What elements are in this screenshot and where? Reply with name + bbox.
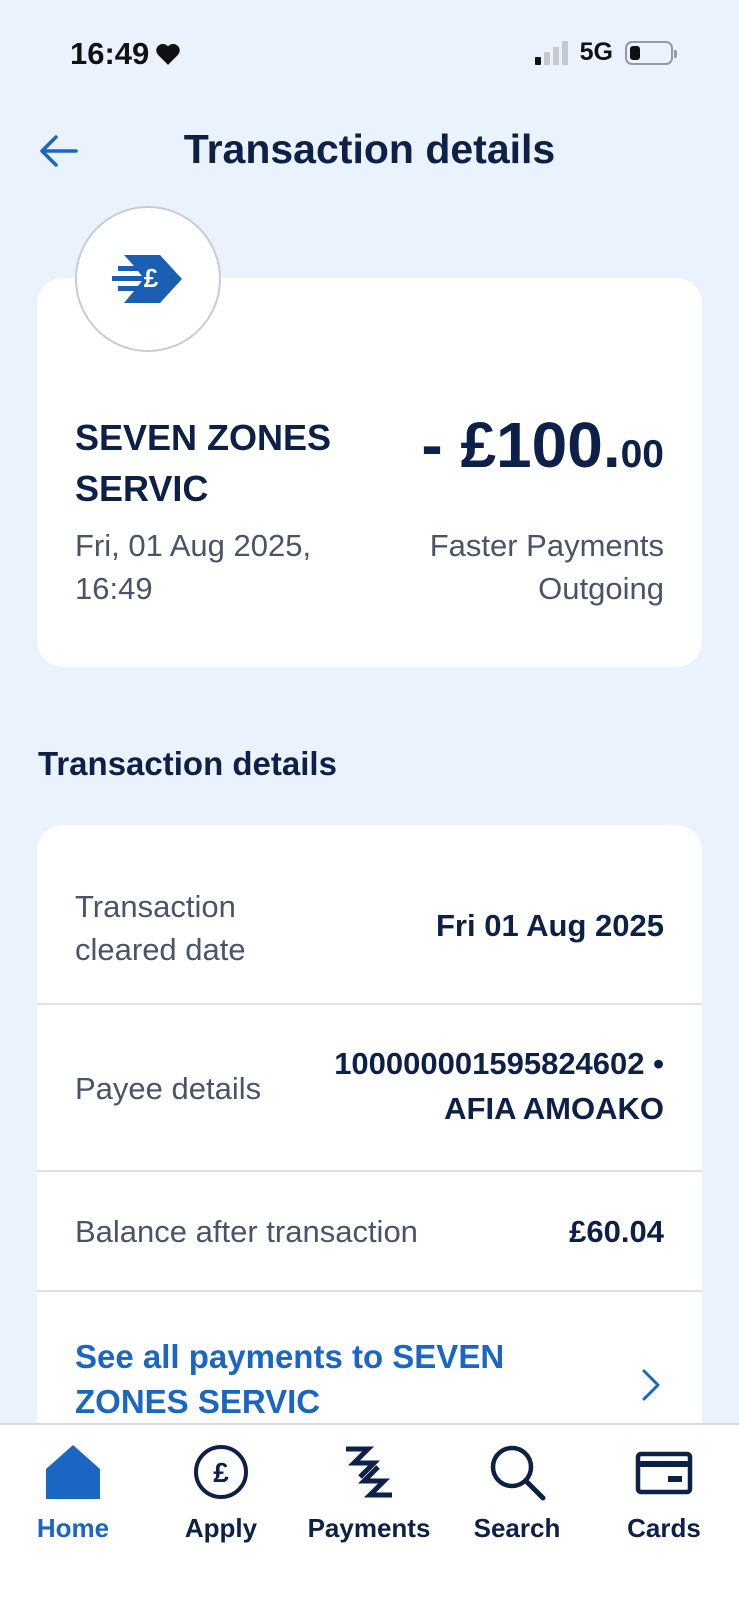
merchant-name: SEVEN ZONES SERVIC [75,417,332,509]
battery-icon [625,40,677,65]
nav-label: Payments [307,1513,431,1543]
card-icon [635,1451,693,1495]
nav-label: Apply [184,1513,258,1543]
heart-icon [156,43,180,65]
see-all-payments-text[interactable]: See all payments to SEVEN ZONES SERVIC [75,1334,545,1424]
detail-label: Balance after transaction [75,1214,418,1249]
detail-row-cleared-date: Transaction cleared date Fri 01 Aug 2025 [37,825,702,1005]
status-indicators: 5G [534,38,677,67]
detail-value: 100000001595824602 • AFIA AMOAKO [334,1046,664,1126]
home-icon [46,1445,100,1499]
search-icon [490,1445,546,1501]
section-title: Transaction details [38,745,337,782]
bottom-nav: Home £ Apply Payments Search Cards [0,1423,739,1600]
nav-home[interactable]: Home [3,1443,143,1544]
transaction-details-card: Transaction cleared date Fri 01 Aug 2025… [37,825,702,1445]
nav-cards[interactable]: Cards [594,1443,734,1544]
transaction-amount: - £100.00 [421,410,664,490]
nav-label: Cards [627,1513,701,1543]
nav-payments[interactable]: Payments [299,1443,439,1544]
status-time-text: 16:49 [70,36,150,71]
detail-label: Transaction cleared date [75,889,246,967]
payments-arrows-icon [346,1446,392,1498]
transaction-datetime: Fri, 01 Aug 2025, 16:49 [75,528,312,606]
nav-label: Home [36,1513,110,1543]
faster-payment-logo: £ [75,206,221,352]
page-title: Transaction details [183,126,556,172]
signal-icon [534,40,568,65]
svg-text:£: £ [144,263,159,293]
amount-pence: 00 [620,433,664,476]
detail-label: Payee details [75,1071,262,1106]
payment-type: Faster Payments Outgoing [429,528,664,606]
faster-payment-icon: £ [112,255,182,303]
chevron-right-icon[interactable] [640,1367,662,1403]
nav-label: Search [473,1513,561,1543]
screen: 16:49 5G Transaction details SEVEN ZONES… [0,0,739,1600]
detail-value: Fri 01 Aug 2025 [435,908,664,943]
amount-main: - £100. [421,409,621,481]
nav-apply[interactable]: £ Apply [151,1443,291,1544]
svg-text:£: £ [213,1457,229,1488]
detail-row-balance: Balance after transaction £60.04 [37,1172,702,1292]
pound-circle-icon: £ [194,1445,248,1499]
nav-search[interactable]: Search [447,1443,587,1544]
status-time: 16:49 [70,36,181,72]
detail-row-payee: Payee details 100000001595824602 • AFIA … [37,1005,702,1172]
network-label: 5G [579,38,613,66]
detail-value: £60.04 [569,1214,664,1249]
